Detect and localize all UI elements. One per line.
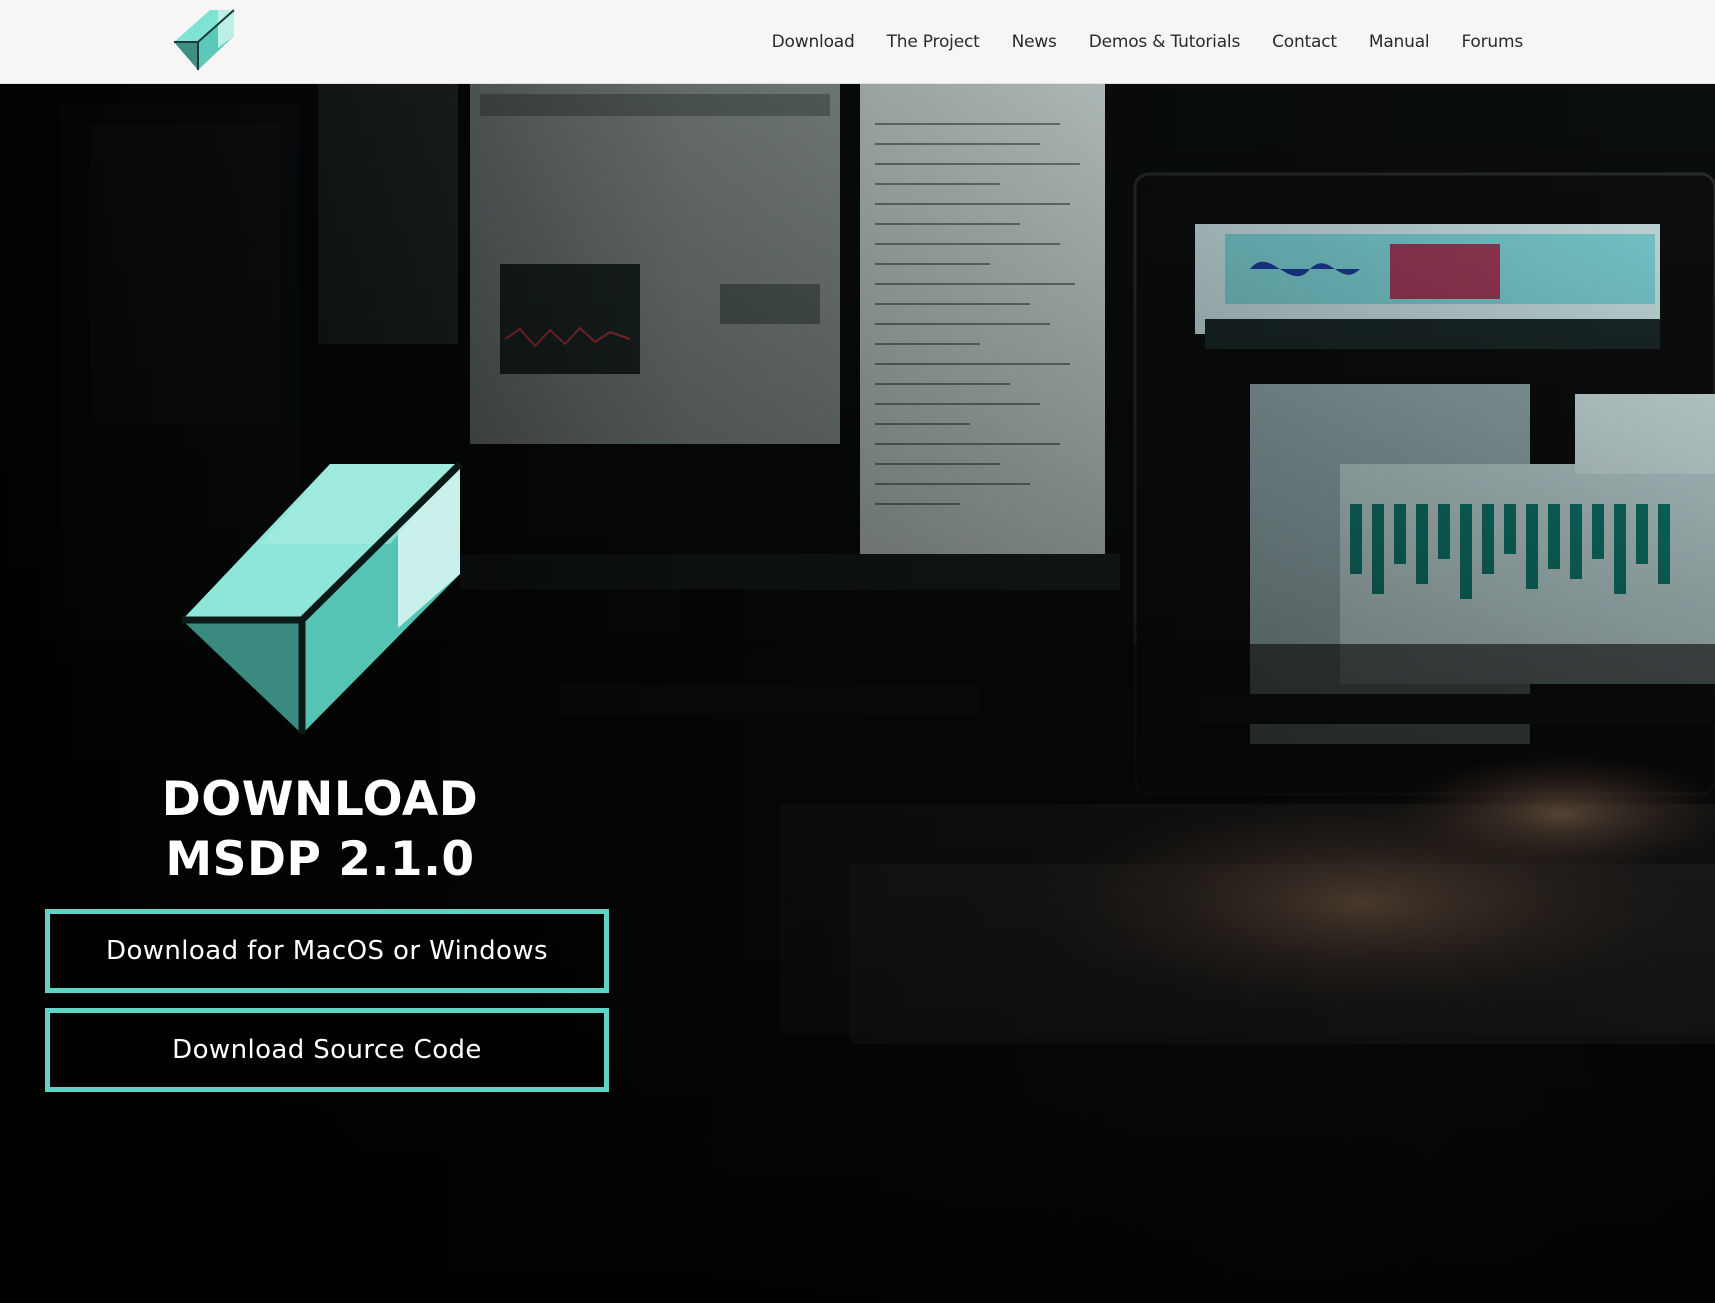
page-title: DOWNLOAD MSDP 2.1.0 xyxy=(120,770,520,890)
cube-logo-icon[interactable] xyxy=(170,4,240,74)
nav-the-project[interactable]: The Project xyxy=(887,32,980,52)
hero-section: DOWNLOAD MSDP 2.1.0 Download for MacOS o… xyxy=(0,84,1715,1303)
nav-demos-tutorials[interactable]: Demos & Tutorials xyxy=(1089,32,1241,52)
title-line-2: MSDP 2.1.0 xyxy=(165,832,475,887)
title-line-1: DOWNLOAD xyxy=(161,772,479,827)
download-source-code-button[interactable]: Download Source Code xyxy=(45,1008,609,1092)
nav-manual[interactable]: Manual xyxy=(1369,32,1430,52)
nav-contact[interactable]: Contact xyxy=(1272,32,1337,52)
nav-news[interactable]: News xyxy=(1012,32,1057,52)
site-header: Download The Project News Demos & Tutori… xyxy=(0,0,1715,84)
main-nav: Download The Project News Demos & Tutori… xyxy=(772,0,1524,84)
download-macos-windows-button[interactable]: Download for MacOS or Windows xyxy=(45,909,609,993)
nav-download[interactable]: Download xyxy=(772,32,855,52)
cube-logo-icon xyxy=(182,461,463,734)
nav-forums[interactable]: Forums xyxy=(1461,32,1523,52)
